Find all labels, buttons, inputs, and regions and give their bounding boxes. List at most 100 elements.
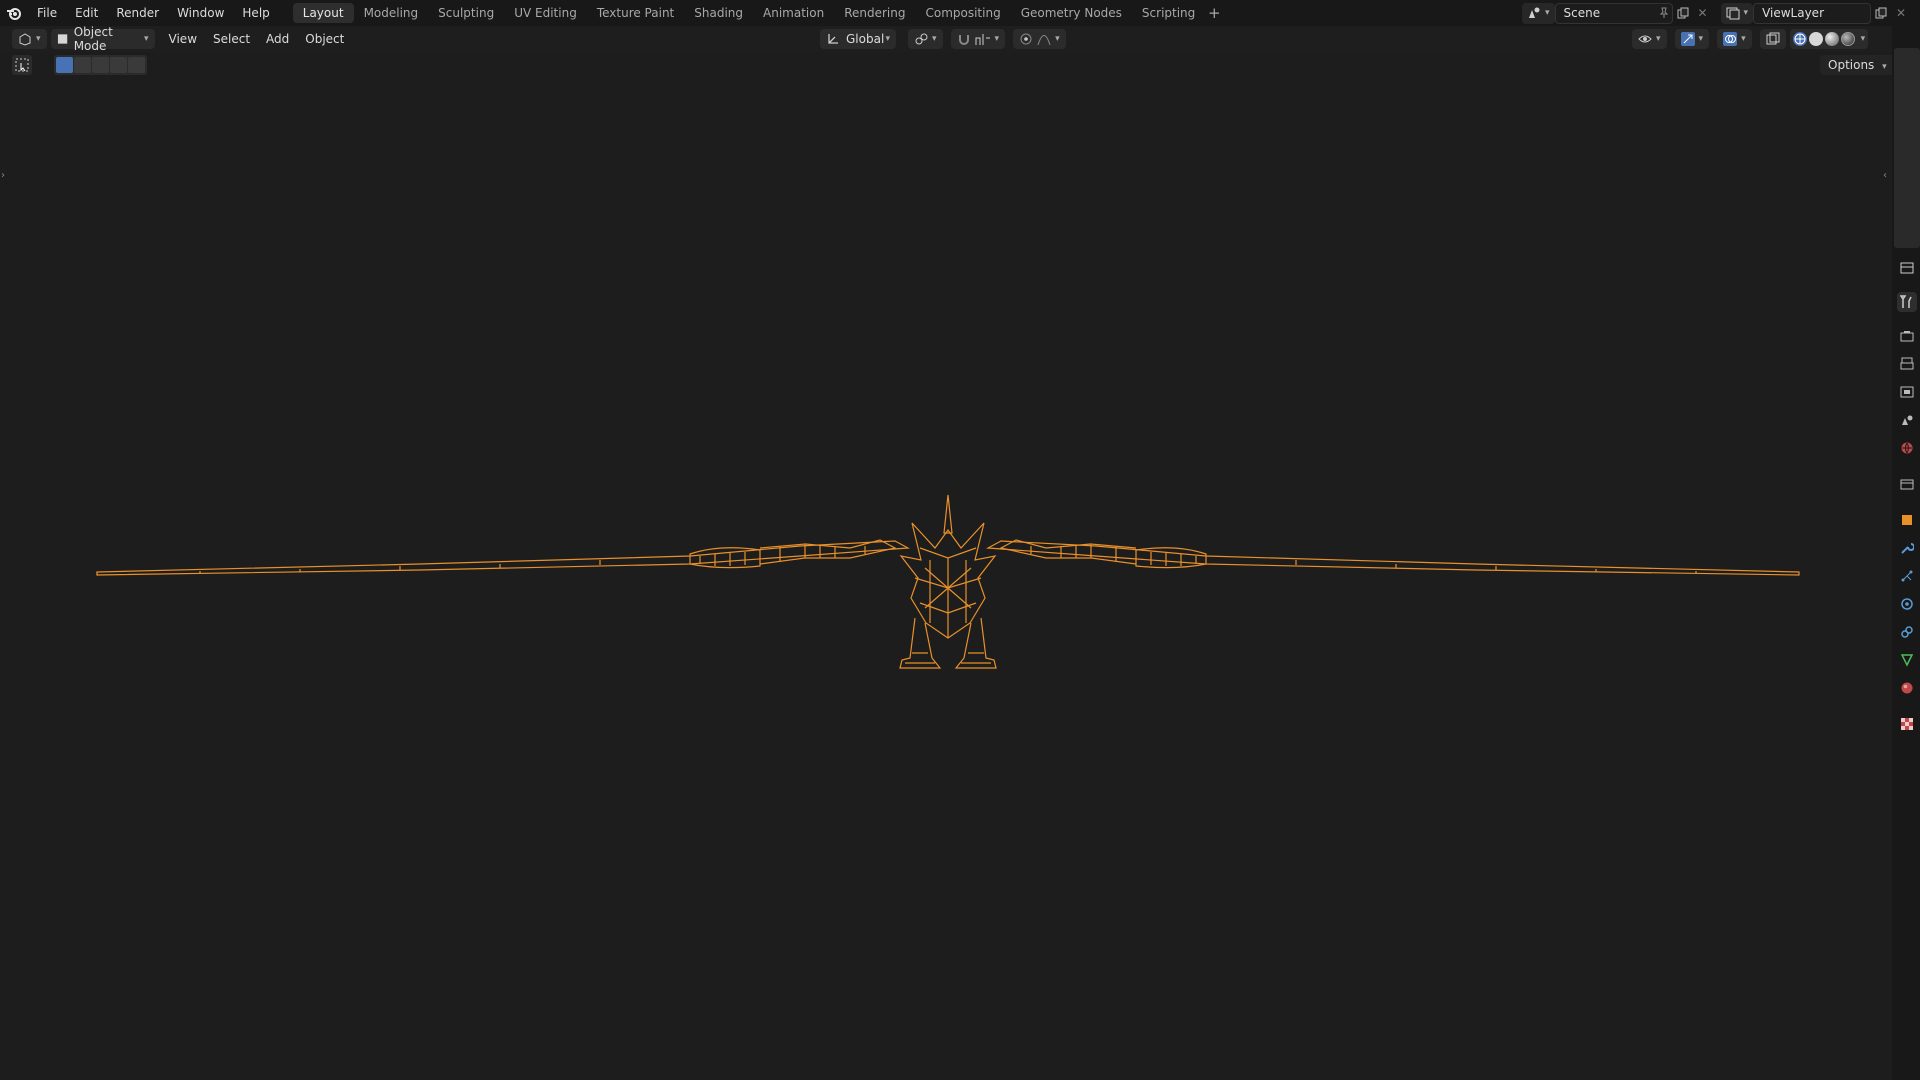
intersect-selection-icon[interactable] bbox=[128, 57, 145, 73]
menu-view[interactable]: View bbox=[161, 32, 205, 46]
snap-icon[interactable] bbox=[957, 32, 971, 46]
object-icon[interactable] bbox=[1897, 510, 1917, 530]
material-preview-icon[interactable] bbox=[1824, 32, 1839, 46]
chevron-down-icon: ▾ bbox=[1698, 34, 1704, 44]
gizmo-dropdown[interactable]: ▾ bbox=[1674, 29, 1710, 49]
overlays-dropdown[interactable]: ▾ bbox=[1717, 29, 1752, 49]
extend-selection-icon[interactable] bbox=[74, 57, 91, 73]
toolbar-expand-icon[interactable]: › bbox=[1, 170, 5, 181]
physics-icon[interactable] bbox=[1897, 594, 1917, 614]
chevron-down-icon: ▾ bbox=[36, 34, 41, 44]
view-layer-icon[interactable] bbox=[1897, 382, 1917, 402]
viewport-display-tools: ▾ ▾ ▾ ▾ bbox=[1632, 29, 1869, 49]
close-icon: ✕ bbox=[1697, 6, 1708, 20]
blender-logo-icon[interactable] bbox=[0, 0, 28, 26]
dragon-wireframe-model[interactable] bbox=[0, 78, 1892, 1080]
tab-modeling[interactable]: Modeling bbox=[354, 3, 429, 23]
gizmo-icon bbox=[1680, 32, 1695, 46]
tab-layout[interactable]: Layout bbox=[292, 3, 354, 23]
scene-selector: ▾ Scene ✕ ▾ ViewLayer ✕ bbox=[1522, 2, 1911, 24]
view-layer-browse-button[interactable]: ▾ bbox=[1720, 2, 1754, 24]
subtract-selection-icon[interactable] bbox=[92, 57, 109, 73]
close-icon: ✕ bbox=[1896, 6, 1907, 20]
delete-view-layer-button[interactable]: ✕ bbox=[1891, 3, 1911, 23]
tab-animation[interactable]: Animation bbox=[753, 3, 834, 23]
delete-scene-button[interactable]: ✕ bbox=[1693, 3, 1713, 23]
scene-browse-button[interactable]: ▾ bbox=[1522, 2, 1555, 24]
particles-icon[interactable] bbox=[1897, 566, 1917, 586]
pivot-point-dropdown[interactable]: ▾ bbox=[908, 29, 943, 49]
chevron-down-icon: ▾ bbox=[1656, 34, 1661, 44]
new-scene-button[interactable] bbox=[1673, 3, 1693, 23]
tab-scripting[interactable]: Scripting bbox=[1132, 3, 1205, 23]
menu-add[interactable]: Add bbox=[258, 32, 297, 46]
new-view-layer-button[interactable] bbox=[1871, 3, 1891, 23]
select-tool-button[interactable] bbox=[12, 55, 32, 75]
duplicate-icon bbox=[1875, 7, 1887, 19]
3d-viewport-icon bbox=[19, 33, 31, 46]
orientation-label: Global bbox=[846, 32, 885, 46]
tab-texture-paint[interactable]: Texture Paint bbox=[587, 3, 684, 23]
chevron-down-icon: ▾ bbox=[932, 34, 937, 44]
collection-icon[interactable] bbox=[1897, 474, 1917, 494]
data-icon[interactable] bbox=[1897, 650, 1917, 670]
snap-target-icon[interactable] bbox=[975, 32, 991, 46]
chevron-down-icon: ▾ bbox=[1743, 8, 1749, 18]
tab-compositing[interactable]: Compositing bbox=[915, 3, 1010, 23]
proportional-editing-group: ▾ bbox=[1013, 29, 1066, 49]
menu-help[interactable]: Help bbox=[233, 0, 278, 26]
tool-icon[interactable] bbox=[1897, 292, 1917, 312]
editor-type-button[interactable]: ▾ bbox=[12, 29, 47, 49]
menu-object[interactable]: Object bbox=[297, 32, 352, 46]
tab-uv-editing[interactable]: UV Editing bbox=[504, 3, 587, 23]
invert-selection-icon[interactable] bbox=[110, 57, 127, 73]
constraints-icon[interactable] bbox=[1897, 622, 1917, 642]
menu-edit[interactable]: Edit bbox=[66, 0, 107, 26]
menu-window[interactable]: Window bbox=[168, 0, 233, 26]
transform-orientation-dropdown[interactable]: Global ▾ bbox=[820, 29, 896, 49]
sidebar-expand-icon[interactable]: ‹ bbox=[1883, 170, 1887, 181]
tab-geometry-nodes[interactable]: Geometry Nodes bbox=[1011, 3, 1132, 23]
falloff-icon[interactable] bbox=[1037, 32, 1051, 46]
scene-icon[interactable] bbox=[1897, 410, 1917, 430]
chevron-down-icon: ▾ bbox=[1545, 8, 1550, 18]
chevron-down-icon[interactable]: ▾ bbox=[1861, 34, 1866, 44]
chevron-down-icon: ▾ bbox=[994, 34, 1000, 44]
xray-toggle[interactable] bbox=[1759, 29, 1786, 49]
3d-viewport[interactable]: › ‹ bbox=[0, 78, 1892, 1080]
properties-editor-type-icon[interactable] bbox=[1897, 258, 1917, 278]
output-icon[interactable] bbox=[1897, 354, 1917, 374]
modifier-icon[interactable] bbox=[1897, 538, 1917, 558]
scene-name-field[interactable]: Scene bbox=[1554, 2, 1673, 24]
wireframe-shading-icon[interactable] bbox=[1792, 32, 1807, 46]
menu-select[interactable]: Select bbox=[205, 32, 258, 46]
material-icon[interactable] bbox=[1897, 678, 1917, 698]
view-layer-name-field[interactable]: ViewLayer bbox=[1753, 2, 1872, 24]
options-dropdown[interactable]: Options ▾ bbox=[1820, 55, 1895, 75]
pin-icon[interactable] bbox=[1658, 7, 1670, 19]
proportional-edit-icon[interactable] bbox=[1019, 32, 1033, 46]
add-workspace-button[interactable]: + bbox=[1205, 4, 1223, 22]
mode-dropdown[interactable]: Object Mode ▾ bbox=[50, 25, 155, 53]
solid-shading-icon[interactable] bbox=[1808, 32, 1823, 46]
visibility-dropdown[interactable]: ▾ bbox=[1632, 29, 1667, 49]
outliner-scrollbar[interactable] bbox=[1894, 48, 1920, 248]
selection-mode-buttons bbox=[54, 55, 147, 75]
chevron-down-icon: ▾ bbox=[885, 34, 890, 44]
set-new-selection-icon[interactable] bbox=[56, 57, 73, 73]
tab-shading[interactable]: Shading bbox=[684, 3, 753, 23]
object-mode-icon bbox=[57, 34, 67, 44]
menu-render[interactable]: Render bbox=[107, 0, 168, 26]
view-layer-icon bbox=[1726, 7, 1740, 20]
render-icon[interactable] bbox=[1897, 326, 1917, 346]
tab-sculpting[interactable]: Sculpting bbox=[428, 3, 504, 23]
eye-icon bbox=[1638, 35, 1652, 43]
menu-file[interactable]: File bbox=[28, 0, 66, 26]
texture-icon[interactable] bbox=[1897, 714, 1917, 734]
view-layer-name: ViewLayer bbox=[1762, 6, 1824, 20]
overlays-icon bbox=[1723, 32, 1738, 46]
rendered-shading-icon[interactable] bbox=[1840, 32, 1855, 46]
scene-icon bbox=[1529, 7, 1540, 18]
world-icon[interactable] bbox=[1897, 438, 1917, 458]
tab-rendering[interactable]: Rendering bbox=[834, 3, 915, 23]
